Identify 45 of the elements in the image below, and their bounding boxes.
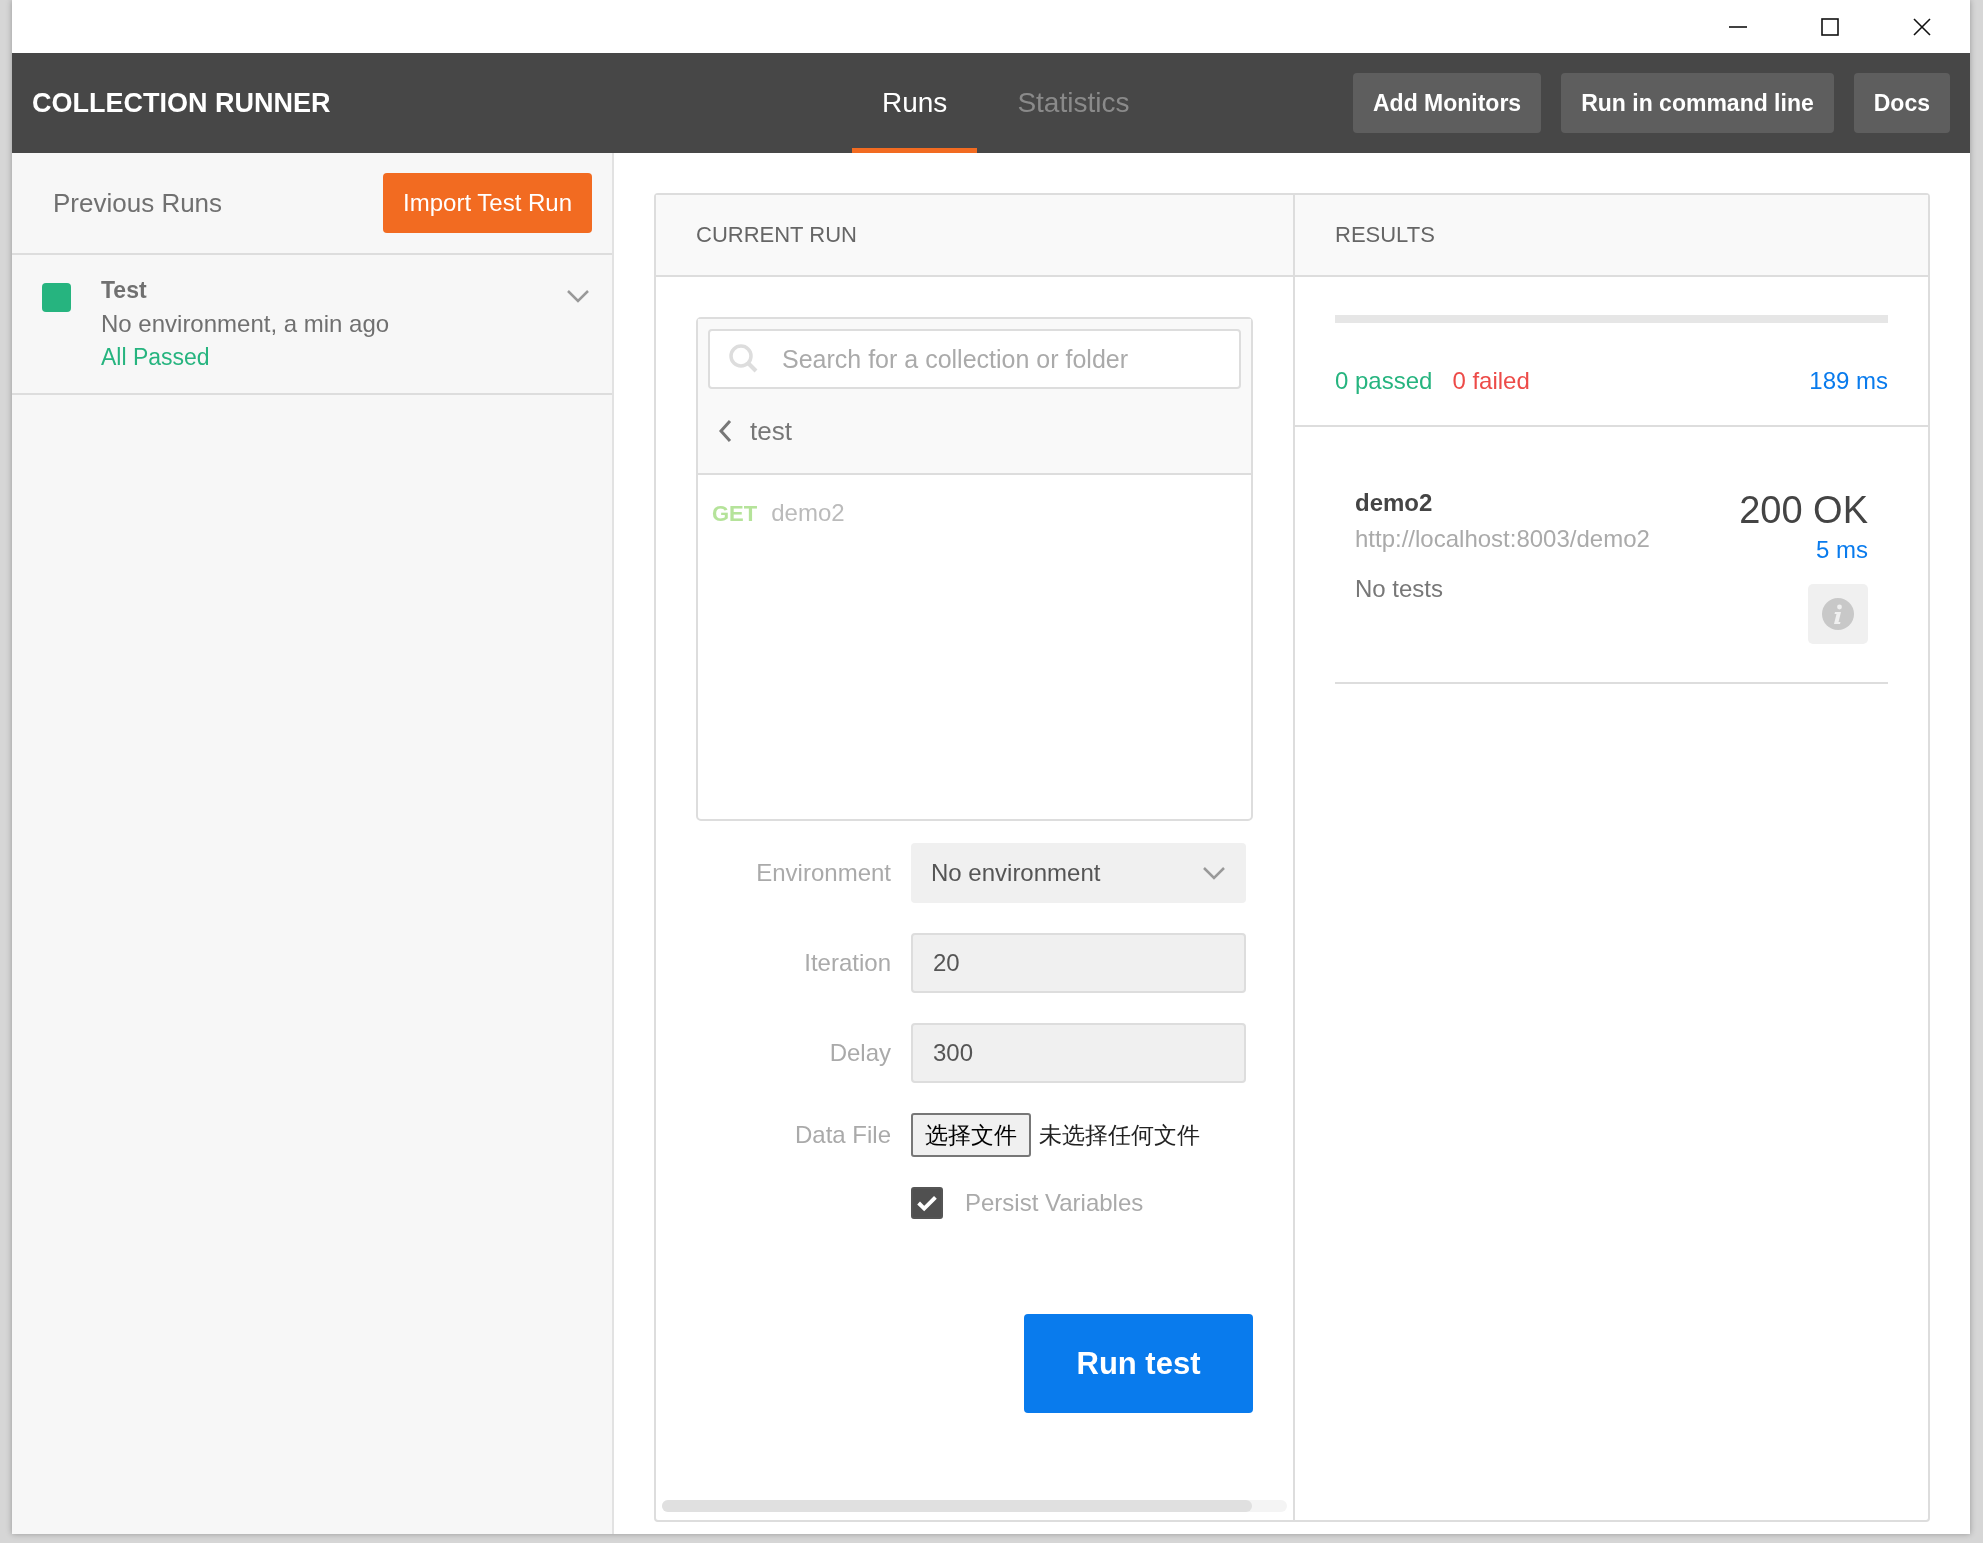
folder-name: test <box>750 415 792 447</box>
failed-count: 0 failed <box>1452 367 1530 395</box>
search-icon <box>728 343 760 375</box>
total-time: 189 ms <box>1809 367 1888 395</box>
header-button[interactable]: Docs <box>1853 73 1950 133</box>
window-title: COLLECTION RUNNER <box>32 87 332 119</box>
passed-count: 0 passed <box>1335 367 1433 395</box>
scrollbar-thumb[interactable] <box>662 1500 1252 1512</box>
tests-text: No tests <box>1355 575 1445 603</box>
chevron-left-icon <box>718 419 732 443</box>
chevron-down-icon <box>1202 866 1226 880</box>
run-item[interactable]: Test No environment, a min ago All Passed <box>12 255 612 395</box>
search-field[interactable]: Search for a collection or folder <box>708 329 1241 389</box>
chevron-down-icon[interactable] <box>566 289 590 303</box>
choose-file-button[interactable]: 选择文件 <box>911 1113 1031 1157</box>
folder-back-item[interactable]: test <box>708 389 1241 473</box>
section-heading: RESULTS <box>1335 222 1435 248</box>
request-name: demo2 <box>771 499 845 527</box>
checkbox-label: Persist Variables <box>965 1189 1144 1217</box>
header-button[interactable]: Run in command line <box>1561 73 1834 133</box>
info-icon <box>1822 598 1854 630</box>
sidebar-title: Previous Runs <box>53 187 223 219</box>
request-method: GET <box>712 501 758 527</box>
header-button[interactable]: Add Monitors <box>1352 73 1542 133</box>
environment-dropdown[interactable]: No environment <box>911 843 1246 903</box>
response-status: 200 OK <box>1739 489 1868 532</box>
field-label: Iteration <box>803 949 891 977</box>
run-name: Test <box>101 277 148 304</box>
checkbox[interactable] <box>911 1187 943 1219</box>
response-time: 5 ms <box>1816 536 1868 564</box>
run-detail: No environment, a min ago <box>101 310 391 338</box>
field-label: Environment <box>755 859 891 887</box>
section-heading: CURRENT RUN <box>696 222 857 248</box>
maximize-icon[interactable] <box>1820 16 1840 37</box>
run-button[interactable]: Run test <box>1024 1314 1253 1413</box>
delay-field[interactable]: 300 <box>911 1023 1246 1083</box>
file-status: 未选择任何文件 <box>1039 1120 1200 1150</box>
request-name: demo2 <box>1355 489 1434 517</box>
run-status: All Passed <box>101 344 211 371</box>
tab[interactable]: Runs <box>852 53 978 153</box>
field-label: Delay <box>828 1039 891 1067</box>
close-icon[interactable] <box>1912 16 1932 37</box>
iteration-field[interactable]: 20 <box>911 933 1246 993</box>
request-url: http://localhost:8003/demo2 <box>1355 525 1650 553</box>
field-label: Data File <box>793 1121 891 1149</box>
